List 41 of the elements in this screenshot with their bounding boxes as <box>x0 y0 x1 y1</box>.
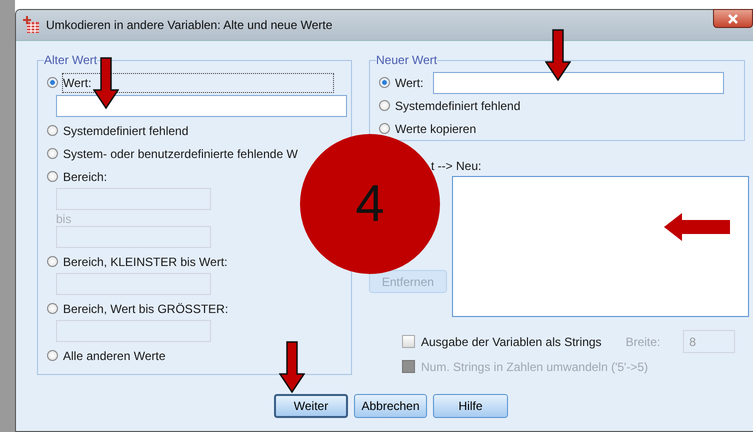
dialog-button[interactable]: Hilfe <box>433 394 508 418</box>
radio-label: Wert: <box>395 76 424 90</box>
radio-label: Bereich: <box>63 170 108 184</box>
radio-button[interactable] <box>47 303 58 314</box>
radio-button[interactable] <box>47 148 58 159</box>
radio-button[interactable] <box>379 77 390 88</box>
radio-label: Bereich, KLEINSTER bis Wert: <box>63 254 228 268</box>
arrow-down-icon <box>279 341 305 393</box>
radio-button[interactable] <box>47 77 58 88</box>
table-icon <box>22 16 40 34</box>
group-legend: Neuer Wert <box>376 53 438 67</box>
radio-label: Systemdefiniert fehlend <box>395 98 520 112</box>
radio-label: Werte kopieren <box>395 122 476 136</box>
checkbox-label: Num. Strings in Zahlen umwandeln ('5'->5) <box>421 360 648 374</box>
radio-button[interactable] <box>47 125 58 136</box>
arrow-left-icon <box>664 213 730 241</box>
arrow-down-icon <box>545 29 571 81</box>
input-field[interactable] <box>433 72 724 94</box>
checkbox[interactable] <box>402 335 415 348</box>
mapping-list[interactable] <box>452 176 749 317</box>
input-field[interactable] <box>56 95 347 117</box>
radio-label: System- oder benutzerdefinierte fehlende W <box>63 146 298 160</box>
radio-button[interactable] <box>379 100 390 111</box>
radio-button[interactable] <box>379 123 390 134</box>
mapping-label: t --> Neu: <box>431 159 482 173</box>
radio-button[interactable] <box>47 256 58 267</box>
radio-button[interactable] <box>47 171 58 182</box>
radio-label: Alle anderen Werte <box>63 348 166 362</box>
checkbox-label: Ausgabe der Variablen als Strings <box>421 334 602 348</box>
width-label: Breite: <box>626 334 660 348</box>
radio-label: Bereich, Wert bis GRÖSSTER: <box>63 302 228 316</box>
close-icon <box>727 14 739 24</box>
dialog-button[interactable]: Abbrechen <box>354 394 427 418</box>
dialog-button[interactable]: Weiter <box>274 394 348 418</box>
radio-label: Systemdefiniert fehlend <box>63 124 188 138</box>
radio-label: Wert: <box>63 74 333 92</box>
window-title: Umkodieren in andere Variablen: Alte und neue Werte <box>46 18 332 32</box>
close-button[interactable] <box>713 9 753 28</box>
range-caption: bis <box>56 212 72 226</box>
radio-button[interactable] <box>47 350 58 361</box>
group-legend: Alter Wert <box>44 53 98 67</box>
